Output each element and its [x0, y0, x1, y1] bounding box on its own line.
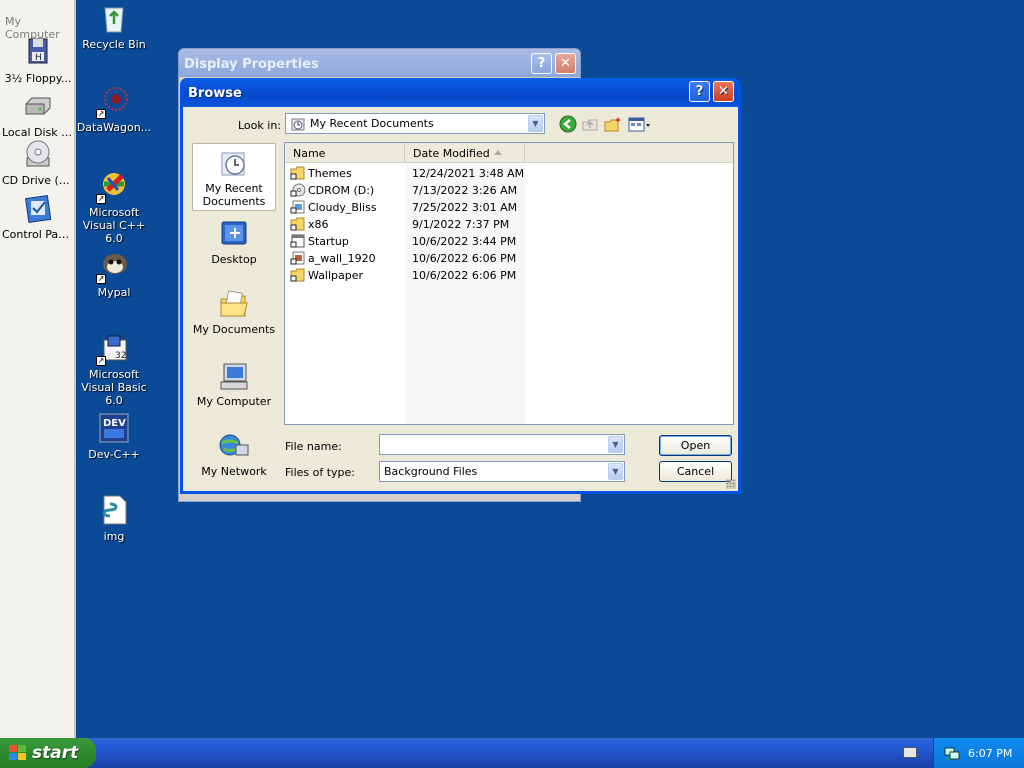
svg-text:H: H — [35, 53, 42, 63]
file-row[interactable]: CDROM (D:) 7/13/2022 3:26 AM — [289, 182, 729, 199]
system-tray: 6:07 PM — [933, 738, 1024, 768]
file-list-header: Name Date Modified — [285, 143, 733, 163]
file-row[interactable]: Wallpaper 10/6/2022 6:06 PM — [289, 267, 729, 284]
close-icon[interactable]: ✕ — [713, 81, 734, 102]
browse-dialog: Browse ? ✕ Look in: My Recent Documents … — [180, 78, 741, 494]
desktop-icon-dev-cpp[interactable]: DEV Dev-C++ — [74, 412, 154, 461]
my-network-icon — [218, 431, 250, 463]
desktop-icon-recycle-bin[interactable]: Recycle Bin — [74, 2, 154, 51]
files-of-type-label: Files of type: — [285, 466, 356, 479]
recycle-bin-icon — [98, 2, 130, 34]
files-of-type-value: Background Files — [384, 465, 478, 478]
dev-cpp-icon: DEV — [98, 412, 130, 444]
start-button[interactable]: start — [0, 738, 96, 768]
look-in-value: My Recent Documents — [310, 117, 434, 130]
up-folder-icon[interactable] — [581, 115, 599, 133]
left-explorer-panel: My Computer H 3½ Floppy... Local Disk (.… — [0, 0, 76, 738]
files-of-type-dropdown[interactable]: Background Files ▼ — [379, 461, 625, 482]
look-in-dropdown[interactable]: My Recent Documents ▼ — [285, 113, 545, 134]
file-row[interactable]: Startup 10/6/2022 3:44 PM — [289, 233, 729, 250]
my-computer-icon — [218, 361, 250, 393]
floppy-drive-icon: H — [22, 36, 54, 68]
folder-shortcut-icon — [290, 217, 306, 231]
visual-cpp-icon: ↗ — [96, 170, 130, 204]
cancel-button[interactable]: Cancel — [659, 461, 732, 482]
file-name-input[interactable]: ▼ — [379, 434, 625, 455]
display-properties-titlebar[interactable]: Display Properties ? ✕ — [179, 49, 580, 77]
dialog-body: Look in: My Recent Documents ▼ My Recent… — [183, 107, 738, 491]
my-documents-icon — [218, 289, 250, 321]
places-bar: My Recent Documents Desktop My Documents… — [192, 143, 277, 483]
file-row[interactable]: Cloudy_Bliss 7/25/2022 3:01 AM — [289, 199, 729, 216]
control-panel-icon — [22, 192, 54, 224]
cd-drive-icon — [22, 138, 54, 170]
view-menu-icon[interactable] — [628, 115, 652, 133]
network-icon[interactable] — [944, 745, 960, 764]
desktop-icon — [218, 219, 250, 251]
open-button[interactable]: Open — [659, 435, 732, 456]
panel-item-local-disk[interactable]: Local Disk (... — [0, 90, 76, 139]
folder-shortcut-icon — [290, 166, 306, 180]
desktop-icon-visual-basic[interactable]: 32 ↗ Microsoft Visual Basic 6.0 — [74, 332, 154, 407]
place-desktop[interactable]: Desktop — [192, 215, 276, 273]
desktop-icon-img[interactable]: img — [74, 494, 154, 543]
column-header-name[interactable]: Name — [285, 143, 405, 163]
desktop-icon-datawagon[interactable]: ↗ DataWagon... — [74, 85, 154, 134]
new-folder-icon[interactable] — [604, 115, 622, 133]
panel-item-cd-drive[interactable]: CD Drive (D:) — [0, 138, 76, 187]
datawagon-icon: ↗ — [96, 85, 130, 119]
image-shortcut-icon — [290, 200, 306, 214]
script-file-icon — [98, 494, 130, 526]
help-icon[interactable]: ? — [689, 81, 710, 102]
taskbar: start 6:07 PM — [0, 738, 1024, 768]
file-row[interactable]: x86 9/1/2022 7:37 PM — [289, 216, 729, 233]
file-row[interactable]: Themes 12/24/2021 3:48 AM — [289, 165, 729, 182]
keyboard-icon[interactable] — [903, 747, 917, 758]
hard-disk-icon — [22, 90, 54, 122]
file-list[interactable]: Name Date Modified Themes 12/24/2021 3:4… — [284, 142, 734, 425]
dialog-title: Browse — [188, 86, 242, 101]
windows-logo-icon — [9, 745, 27, 761]
desktop-icon-mypal[interactable]: ↗ Mypal — [74, 250, 154, 299]
place-my-network[interactable]: My Network — [192, 427, 276, 485]
help-icon[interactable]: ? — [531, 53, 552, 74]
folder-shortcut-icon — [290, 268, 306, 282]
file-name-label: File name: — [285, 440, 342, 453]
panel-item-control-panel[interactable]: Control Panel — [0, 192, 76, 241]
panel-item-floppy[interactable]: H 3½ Floppy... — [0, 36, 76, 85]
recent-documents-icon — [290, 116, 306, 135]
svg-text:DEV: DEV — [103, 418, 126, 429]
image-shortcut-icon — [290, 251, 306, 265]
chevron-down-icon[interactable]: ▼ — [608, 436, 623, 453]
chevron-down-icon[interactable]: ▼ — [608, 463, 623, 480]
back-icon[interactable] — [559, 115, 577, 133]
browse-titlebar[interactable]: Browse ? ✕ — [183, 78, 738, 107]
column-header-date-modified[interactable]: Date Modified — [405, 143, 525, 163]
file-row[interactable]: a_wall_1920 10/6/2022 6:06 PM — [289, 250, 729, 267]
sort-ascending-icon — [494, 150, 502, 155]
window-title: Display Properties — [184, 57, 319, 72]
start-label: start — [32, 743, 79, 763]
desktop-icon-visual-cpp[interactable]: ↗ Microsoft Visual C++ 6.0 — [74, 170, 154, 245]
visual-basic-icon: 32 ↗ — [96, 332, 130, 366]
close-icon[interactable]: ✕ — [555, 53, 576, 74]
resize-grip[interactable] — [726, 479, 736, 489]
place-my-computer[interactable]: My Computer — [192, 357, 276, 415]
place-my-recent-documents[interactable]: My Recent Documents — [192, 143, 276, 211]
recent-documents-icon — [218, 148, 250, 180]
look-in-label: Look in: — [238, 119, 281, 132]
mypal-icon: ↗ — [96, 250, 130, 284]
cd-shortcut-icon — [290, 183, 306, 197]
clock[interactable]: 6:07 PM — [968, 747, 1012, 760]
chevron-down-icon[interactable]: ▼ — [528, 115, 543, 132]
place-my-documents[interactable]: My Documents — [192, 285, 276, 343]
window-shortcut-icon — [290, 234, 306, 248]
svg-text:32: 32 — [115, 351, 126, 361]
